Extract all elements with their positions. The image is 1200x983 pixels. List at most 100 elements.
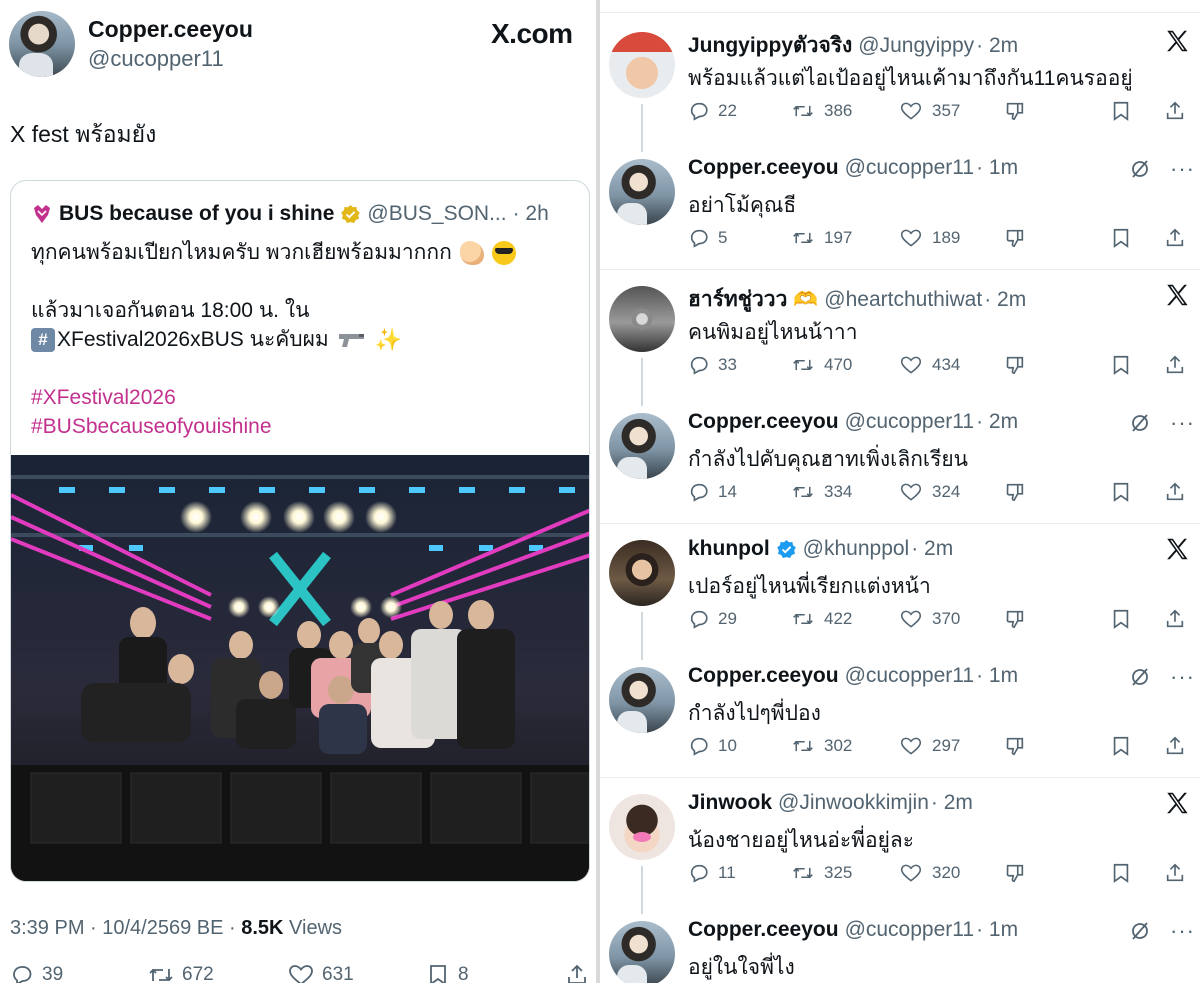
dislike-action[interactable]: [1004, 479, 1026, 505]
reply-author-handle[interactable]: @heartchuthiwat: [824, 288, 982, 312]
reply-author-name[interactable]: Copper.ceeyou: [688, 410, 839, 434]
reply-action[interactable]: 39: [10, 963, 63, 983]
post-timestamp[interactable]: 3:39 PM · 10/4/2569 BE ·: [10, 917, 241, 939]
reply-action[interactable]: 22: [688, 98, 737, 124]
reply-author-handle[interactable]: @cucopper11: [845, 156, 975, 180]
reply-author-handle[interactable]: @cucopper11: [845, 410, 975, 434]
bookmark-action[interactable]: [1110, 860, 1132, 886]
reply-header: Copper.ceeyou @cucopper11 · 1m: [688, 156, 1018, 180]
grok-icon[interactable]: [1128, 665, 1152, 689]
quoted-author-name[interactable]: BUS because of you i shine: [59, 202, 334, 226]
reply-action[interactable]: 10: [688, 733, 737, 759]
like-action[interactable]: 320: [900, 860, 960, 886]
stage-group-photo[interactable]: [11, 455, 590, 882]
reply-action[interactable]: 5: [688, 225, 727, 251]
share-action[interactable]: [1164, 479, 1186, 505]
reply-avatar[interactable]: [609, 794, 675, 860]
hashtag-busbecauseofyouishine[interactable]: #BUSbecauseofyouishine: [31, 412, 516, 441]
reply-item[interactable]: ฮาร์ทชู่ววว 🫶 @heartchuthiwat · 2m คนพิมอยู่…: [600, 268, 1200, 406]
reply-action[interactable]: 29: [688, 606, 737, 632]
more-options-icon[interactable]: ···: [1170, 664, 1195, 690]
like-action[interactable]: 324: [900, 479, 960, 505]
repost-action[interactable]: 470: [792, 352, 852, 378]
like-action[interactable]: 297: [900, 733, 960, 759]
share-action[interactable]: [1164, 606, 1186, 632]
reply-author-handle[interactable]: @cucopper11: [845, 918, 975, 942]
quoted-author-handle[interactable]: @BUS_SON...: [367, 202, 506, 226]
reply-author-name[interactable]: Copper.ceeyou: [688, 156, 839, 180]
reply-author-handle[interactable]: @Jungyippy: [858, 34, 974, 58]
share-action[interactable]: [1164, 733, 1186, 759]
reply-action[interactable]: 11: [688, 860, 736, 886]
repost-action[interactable]: 386: [792, 98, 852, 124]
grok-icon[interactable]: [1128, 157, 1152, 181]
bookmark-action[interactable]: [1110, 352, 1132, 378]
author-avatar[interactable]: [9, 11, 75, 77]
reply-action[interactable]: 33: [688, 352, 737, 378]
dislike-icon: [1004, 227, 1026, 249]
like-action[interactable]: 434: [900, 352, 960, 378]
reply-author-name[interactable]: Jinwook: [688, 791, 772, 815]
bookmark-action[interactable]: [1110, 98, 1132, 124]
repost-action[interactable]: 672: [148, 963, 214, 983]
grok-icon[interactable]: [1128, 919, 1152, 943]
reply-avatar[interactable]: [609, 286, 675, 352]
author-handle[interactable]: @cucopper11: [88, 46, 224, 72]
bookmark-action[interactable]: 8: [426, 963, 469, 983]
dislike-action[interactable]: [1004, 733, 1026, 759]
reply-item[interactable]: Copper.ceeyou @cucopper11 · 1m ··· อย่าโม้คุ…: [600, 141, 1200, 268]
author-name[interactable]: Copper.ceeyou: [88, 16, 253, 43]
reply-author-name[interactable]: khunpol: [688, 537, 770, 561]
reply-author-handle[interactable]: @cucopper11: [845, 664, 975, 688]
bookmark-action[interactable]: [1110, 479, 1132, 505]
share-action[interactable]: [565, 963, 589, 983]
like-action[interactable]: 189: [900, 225, 960, 251]
share-action[interactable]: [1164, 352, 1186, 378]
dislike-action[interactable]: [1004, 352, 1026, 378]
bookmark-action[interactable]: [1110, 225, 1132, 251]
reply-avatar[interactable]: [609, 667, 675, 733]
reply-item[interactable]: Copper.ceeyou @cucopper11 · 2m ··· กำลังไปคั…: [600, 395, 1200, 522]
share-action[interactable]: [1164, 860, 1186, 886]
dislike-action[interactable]: [1004, 225, 1026, 251]
reply-action[interactable]: 14: [688, 479, 737, 505]
share-action[interactable]: [1164, 98, 1186, 124]
like-action[interactable]: 631: [288, 963, 354, 983]
more-options-icon[interactable]: ···: [1170, 410, 1195, 436]
reply-author-name[interactable]: Jungyippyตัวจริง: [688, 29, 852, 62]
reply-item[interactable]: Copper.ceeyou @cucopper11 · 1m ··· อยู่ในใจพ…: [600, 903, 1200, 983]
bookmark-action[interactable]: [1110, 733, 1132, 759]
repost-action[interactable]: 197: [792, 225, 852, 251]
reply-avatar[interactable]: [609, 159, 675, 225]
reply-avatar[interactable]: [609, 540, 675, 606]
heart-icon: [900, 862, 924, 884]
reply-item[interactable]: Copper.ceeyou @cucopper11 · 1m ··· กำลังไปๆพ…: [600, 649, 1200, 776]
reply-author-handle[interactable]: @Jinwookkimjin: [778, 791, 929, 815]
reply-author-name[interactable]: ฮาร์ทชู่ววว: [688, 283, 787, 316]
share-action[interactable]: [1164, 225, 1186, 251]
reply-avatar[interactable]: [609, 921, 675, 983]
repost-action[interactable]: 334: [792, 479, 852, 505]
reply-item[interactable]: Jinwook @Jinwookkimjin · 2m น้องชายอยู่ไหนอ…: [600, 776, 1200, 914]
reply-item[interactable]: khunpol @khunppol · 2m เปอร์อยู่ไหนพี่เรียก…: [600, 522, 1200, 660]
hashtag-xfestival2026[interactable]: #XFestival2026: [31, 383, 516, 412]
dislike-action[interactable]: [1004, 606, 1026, 632]
more-options-icon[interactable]: ···: [1170, 918, 1195, 944]
repost-action[interactable]: 422: [792, 606, 852, 632]
grok-icon[interactable]: [1128, 411, 1152, 435]
like-action[interactable]: 357: [900, 98, 960, 124]
more-options-icon[interactable]: ···: [1170, 156, 1195, 182]
dislike-action[interactable]: [1004, 860, 1026, 886]
reply-item[interactable]: Jungyippyตัวจริง @Jungyippy · 2m พร้อมแล้วแ…: [600, 14, 1200, 152]
reply-author-name[interactable]: Copper.ceeyou: [688, 918, 839, 942]
reply-author-handle[interactable]: @khunppol: [803, 537, 910, 561]
reply-avatar[interactable]: [609, 413, 675, 479]
bookmark-action[interactable]: [1110, 606, 1132, 632]
repost-action[interactable]: 325: [792, 860, 852, 886]
reply-avatar[interactable]: [609, 32, 675, 98]
dislike-action[interactable]: [1004, 98, 1026, 124]
like-action[interactable]: 370: [900, 606, 960, 632]
repost-action[interactable]: 302: [792, 733, 852, 759]
quoted-post-card[interactable]: BUS because of you i shine @BUS_SON... ·…: [10, 180, 590, 882]
reply-author-name[interactable]: Copper.ceeyou: [688, 664, 839, 688]
